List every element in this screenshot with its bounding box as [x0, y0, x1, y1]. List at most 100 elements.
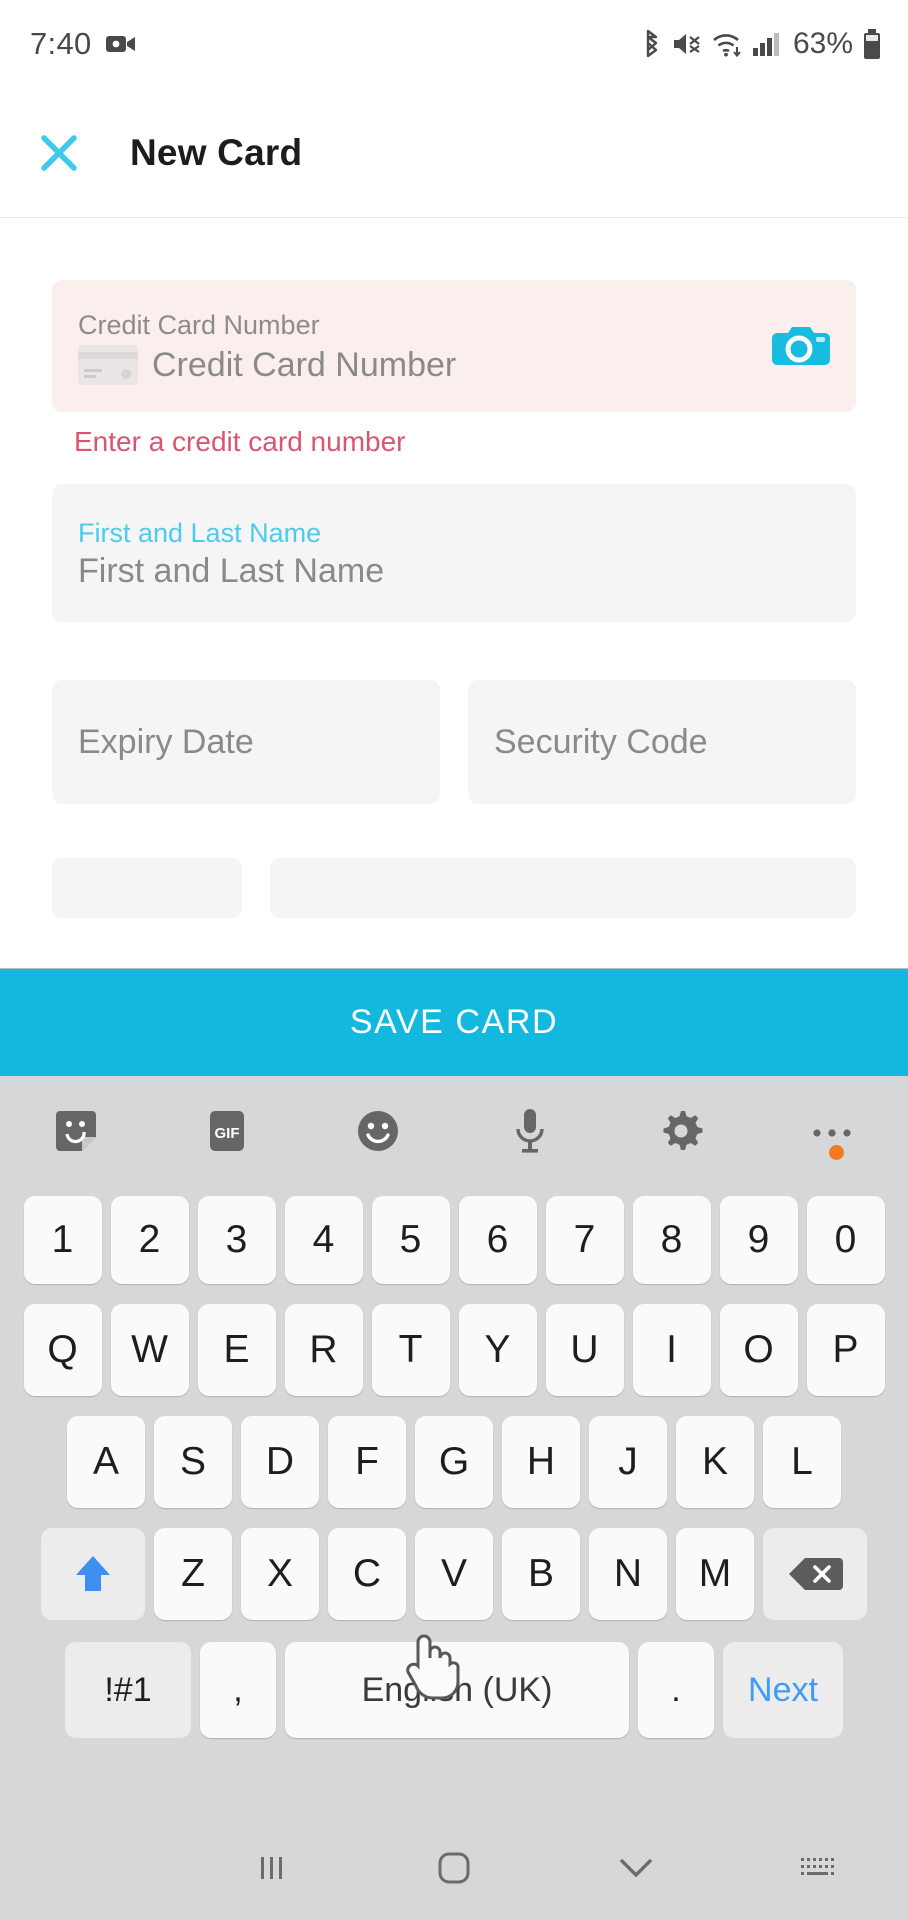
- keyboard-switch-button[interactable]: [726, 1854, 908, 1882]
- keyboard-row-space: !#1 , English (UK) . Next: [0, 1638, 908, 1742]
- settings-gear-icon[interactable]: [605, 1108, 756, 1154]
- recents-button[interactable]: [182, 1851, 364, 1885]
- home-icon: [438, 1852, 470, 1884]
- credit-card-number-label: Credit Card Number: [78, 309, 320, 340]
- key-z[interactable]: Z: [154, 1528, 232, 1620]
- emoji-icon[interactable]: [303, 1108, 454, 1154]
- shift-up-arrow-icon: [76, 1556, 110, 1591]
- comma-key[interactable]: ,: [200, 1642, 276, 1738]
- next-action-key[interactable]: Next: [723, 1642, 843, 1738]
- chevron-down-icon: [619, 1859, 652, 1878]
- credit-card-number-input-row: Credit Card Number: [78, 345, 830, 386]
- cardholder-name-field[interactable]: First and Last Name First and Last Name: [52, 484, 856, 622]
- clipped-field-left[interactable]: [52, 858, 242, 918]
- key-i[interactable]: I: [632, 1304, 711, 1396]
- mute-icon: [672, 30, 702, 58]
- clipped-field-right[interactable]: [270, 858, 856, 918]
- keyboard-icon: [801, 1858, 835, 1875]
- key-b[interactable]: B: [502, 1528, 580, 1620]
- period-key[interactable]: .: [638, 1642, 714, 1738]
- camera-icon[interactable]: [772, 322, 830, 370]
- on-screen-keyboard: GIF 1 2 3 4 5 6 7 8 9 0 Q W E R T Y U I …: [0, 1076, 908, 1816]
- key-l[interactable]: L: [763, 1416, 841, 1508]
- key-v[interactable]: V: [415, 1528, 493, 1620]
- status-bar-left: 7:40: [30, 26, 136, 62]
- close-icon[interactable]: [36, 130, 82, 176]
- key-a[interactable]: A: [67, 1416, 145, 1508]
- page-title: New Card: [130, 131, 303, 173]
- key-4[interactable]: 4: [284, 1196, 363, 1284]
- credit-card-number-field[interactable]: Credit Card Number Credit Card Number: [52, 280, 856, 412]
- key-p[interactable]: P: [806, 1304, 885, 1396]
- key-8[interactable]: 8: [632, 1196, 711, 1284]
- key-x[interactable]: X: [241, 1528, 319, 1620]
- key-o[interactable]: O: [719, 1304, 798, 1396]
- keyboard-row-home: A S D F G H J K L: [0, 1412, 908, 1512]
- new-card-form: Credit Card Number Credit Card Number En…: [0, 218, 908, 918]
- key-c[interactable]: C: [328, 1528, 406, 1620]
- battery-percent-label: 63%: [792, 27, 853, 60]
- key-n[interactable]: N: [589, 1528, 667, 1620]
- key-s[interactable]: S: [154, 1416, 232, 1508]
- key-f[interactable]: F: [328, 1416, 406, 1508]
- home-button[interactable]: [363, 1849, 545, 1887]
- wifi-icon: [711, 30, 743, 58]
- key-y[interactable]: Y: [458, 1304, 537, 1396]
- svg-text:GIF: GIF: [214, 1125, 239, 1142]
- keyboard-row-top: Q W E R T Y U I O P: [0, 1300, 908, 1400]
- space-key[interactable]: English (UK): [285, 1642, 629, 1738]
- battery-icon: [862, 28, 882, 60]
- microphone-icon[interactable]: [454, 1107, 605, 1155]
- key-6[interactable]: 6: [458, 1196, 537, 1284]
- security-code-field[interactable]: Security Code: [468, 680, 856, 804]
- shift-key[interactable]: [41, 1528, 145, 1620]
- key-u[interactable]: U: [545, 1304, 624, 1396]
- key-w[interactable]: W: [110, 1304, 189, 1396]
- keyboard-row-numbers: 1 2 3 4 5 6 7 8 9 0: [0, 1192, 908, 1288]
- key-r[interactable]: R: [284, 1304, 363, 1396]
- system-navigation-bar: [0, 1816, 908, 1920]
- key-2[interactable]: 2: [110, 1196, 189, 1284]
- expiry-date-field[interactable]: Expiry Date: [52, 680, 440, 804]
- phone-screen: 7:40 63% New Card Credit Card Number Cre…: [0, 0, 908, 1920]
- keyboard-toolbar: GIF: [0, 1076, 908, 1186]
- bluetooth-icon: [641, 29, 663, 59]
- sticker-icon[interactable]: [0, 1109, 151, 1153]
- key-e[interactable]: E: [197, 1304, 276, 1396]
- key-7[interactable]: 7: [545, 1196, 624, 1284]
- keyboard-row-bottom: Z X C V B N M: [0, 1524, 908, 1624]
- key-q[interactable]: Q: [23, 1304, 102, 1396]
- status-bar-clock: 7:40: [30, 26, 92, 61]
- key-t[interactable]: T: [371, 1304, 450, 1396]
- save-card-label: SAVE CARD: [349, 1003, 559, 1041]
- save-card-button[interactable]: SAVE CARD: [0, 968, 908, 1076]
- credit-card-error-message: Enter a credit card number: [74, 426, 406, 457]
- hide-keyboard-button[interactable]: [545, 1855, 727, 1881]
- gif-icon[interactable]: GIF: [151, 1109, 302, 1153]
- key-m[interactable]: M: [676, 1528, 754, 1620]
- cardholder-name-input[interactable]: First and Last Name: [78, 552, 830, 591]
- key-d[interactable]: D: [241, 1416, 319, 1508]
- app-header: New Card: [0, 88, 908, 218]
- credit-card-number-input[interactable]: Credit Card Number: [152, 346, 456, 385]
- status-bar: 7:40 63%: [0, 0, 908, 88]
- key-j[interactable]: J: [589, 1416, 667, 1508]
- backspace-key[interactable]: [763, 1528, 867, 1620]
- key-g[interactable]: G: [415, 1416, 493, 1508]
- key-h[interactable]: H: [502, 1416, 580, 1508]
- key-5[interactable]: 5: [371, 1196, 450, 1284]
- key-k[interactable]: K: [676, 1416, 754, 1508]
- cellular-signal-icon: [752, 30, 780, 58]
- status-bar-right: 63%: [641, 27, 882, 61]
- key-1[interactable]: 1: [23, 1196, 102, 1284]
- video-recording-icon: [105, 33, 136, 55]
- key-3[interactable]: 3: [197, 1196, 276, 1284]
- backspace-icon: [789, 1558, 843, 1590]
- key-0[interactable]: 0: [806, 1196, 885, 1284]
- key-9[interactable]: 9: [719, 1196, 798, 1284]
- more-options-icon[interactable]: [757, 1123, 908, 1160]
- expiry-date-input[interactable]: Expiry Date: [78, 723, 254, 762]
- security-code-input[interactable]: Security Code: [494, 723, 708, 762]
- recents-icon: [261, 1857, 283, 1879]
- symbols-key[interactable]: !#1: [65, 1642, 191, 1738]
